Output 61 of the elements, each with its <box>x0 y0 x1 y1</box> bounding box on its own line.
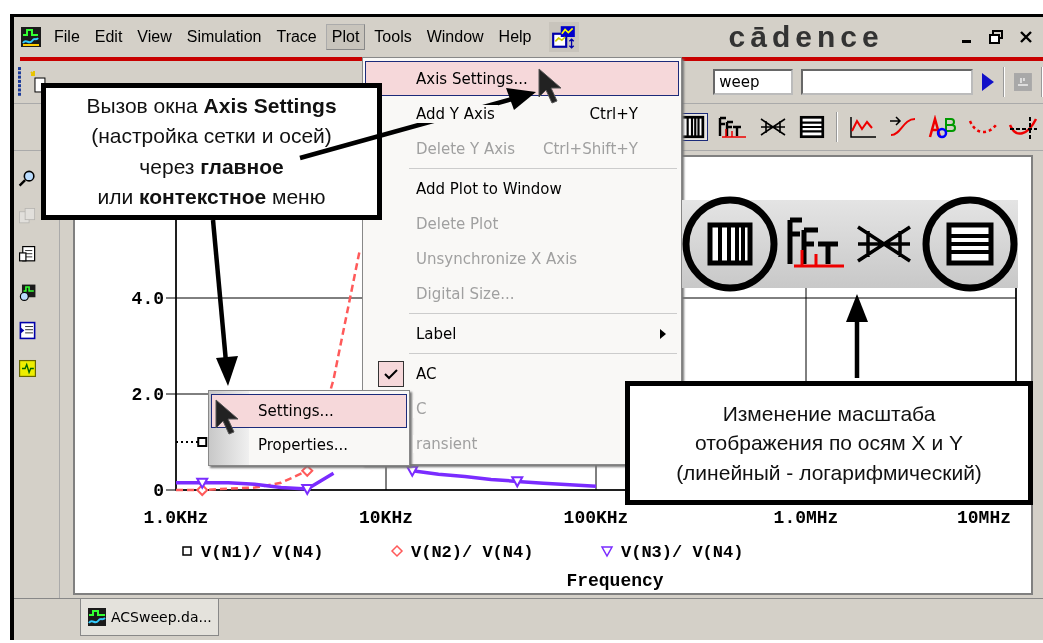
restore-icon[interactable] <box>989 30 1003 44</box>
profile-field[interactable]: weep <box>713 69 794 95</box>
data-point <box>195 483 209 497</box>
menu-item[interactable]: File <box>48 24 86 50</box>
legend-label: V(N3)/ V(N4) <box>621 543 744 562</box>
letters-icon[interactable] <box>928 115 958 139</box>
document-tab[interactable]: ACSweep.da... <box>80 599 219 636</box>
magnifier-icon[interactable] <box>18 169 37 188</box>
legend-label: V(N1)/ V(N4) <box>201 543 324 562</box>
cross-arrows-icon[interactable] <box>758 115 788 139</box>
menu-item[interactable]: Edit <box>88 24 129 50</box>
data-point <box>300 464 314 478</box>
waveform-window-icon[interactable] <box>18 283 37 302</box>
callout-text: Вызов окна Axis Settings (настройка сетки и осей) через главное или контекстное меню <box>86 92 337 210</box>
toolbar-grip-icon[interactable] <box>18 67 22 97</box>
data-point <box>195 477 209 490</box>
data-point <box>197 437 208 447</box>
menu-item[interactable]: Simulation <box>180 24 268 50</box>
function-curve-icon[interactable] <box>888 115 918 139</box>
line-chart-icon[interactable] <box>848 115 878 139</box>
submenu-arrow-icon <box>660 328 666 339</box>
y-tick-label: 4.0 <box>131 289 164 309</box>
cursor-icon <box>537 67 563 105</box>
list-icon[interactable] <box>18 321 37 340</box>
chip-icon[interactable] <box>18 359 37 378</box>
menu-item[interactable]: Help <box>492 24 538 50</box>
x-tick-label: 1.0KHz <box>143 508 209 528</box>
legend-marker <box>182 546 192 556</box>
waveform-app-icon <box>20 26 42 48</box>
document-list-icon[interactable] <box>18 245 37 264</box>
y-tick-label: 0 <box>153 481 164 501</box>
menu-item[interactable]: Plot <box>325 24 366 50</box>
menu-item[interactable]: Settings... <box>211 394 407 428</box>
callout-text: Изменение масштаба отображения по осям X и Y (линейный - логарифмический) <box>676 400 982 486</box>
run-icon[interactable] <box>981 72 996 92</box>
menu-item[interactable]: Window <box>420 24 490 50</box>
text-field[interactable] <box>801 69 974 95</box>
logo: cādence <box>728 20 884 54</box>
chart-window-icon[interactable] <box>548 22 579 52</box>
cursor-curve-icon[interactable] <box>1008 115 1038 139</box>
y-axis-grid-icon[interactable] <box>798 114 826 140</box>
fft-icon[interactable] <box>718 115 748 139</box>
x-tick-label: 10MHz <box>957 508 1011 528</box>
x-axis-title: Frequency <box>566 571 664 591</box>
circle-highlight-icon <box>922 196 1018 292</box>
y-tick-label: 2.0 <box>131 385 164 405</box>
x-tick-label: 100KHz <box>563 508 629 528</box>
menu-item[interactable]: View <box>131 24 178 50</box>
waveform-file-icon <box>87 607 107 627</box>
menu-item[interactable]: Axis Settings... <box>365 61 679 96</box>
cursor-icon <box>214 398 240 436</box>
legend-marker <box>600 546 614 558</box>
close-icon[interactable] <box>1019 30 1033 44</box>
legend-marker <box>390 544 404 558</box>
x-tick-label: 1.0MHz <box>773 508 839 528</box>
data-point <box>300 484 314 497</box>
legend-label: V(N2)/ V(N4) <box>411 543 534 562</box>
data-point <box>510 476 524 489</box>
menu-item[interactable]: Tools <box>368 24 418 50</box>
menu-item[interactable]: Trace <box>270 24 323 50</box>
x-tick-label: 10KHz <box>359 508 413 528</box>
